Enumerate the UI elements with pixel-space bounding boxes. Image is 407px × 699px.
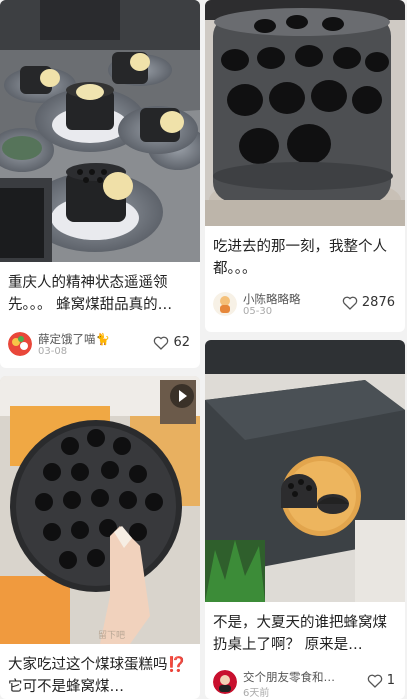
note-meta: 交个朋友零食和… 6天前 1	[213, 669, 397, 699]
note-cover-image[interactable]	[205, 340, 405, 602]
avatar[interactable]	[213, 292, 237, 316]
post-date: 03-08	[38, 346, 68, 357]
note-cover-image[interactable]	[205, 0, 405, 226]
note-card[interactable]: 重庆人的精神状态遥遥领先。。。 蜂窝煤甜品真的… 薛定饿了喵🐈 03-08 62	[0, 0, 200, 368]
post-date: 05-30	[243, 306, 273, 317]
note-meta: 小陈略略略 05-30 2876	[213, 292, 397, 318]
like-count: 2876	[361, 295, 395, 310]
note-meta: 薛定饿了喵🐈 03-08 62	[8, 332, 192, 358]
heart-outline-icon	[153, 336, 169, 350]
heart-outline-icon	[367, 674, 383, 688]
avatar[interactable]	[8, 332, 32, 356]
post-date: 6天前	[243, 688, 270, 699]
note-cover-image[interactable]: 留下吧	[0, 376, 200, 644]
like-button[interactable]: 1	[367, 673, 395, 688]
note-title[interactable]: 不是，大夏天的谁把蜂窝煤扔桌上了啊？ 原来是…	[213, 612, 397, 656]
note-card[interactable]: 吃进去的那一刻，我整个人都。。。 小陈略略略 05-30 2876	[205, 0, 405, 332]
like-count: 62	[173, 335, 190, 350]
avatar[interactable]	[213, 670, 237, 694]
note-title[interactable]: 大家吃过这个煤球蛋糕吗⁉️ 它可不是蜂窝煤…	[8, 654, 192, 698]
watermark-text: 留下吧	[98, 629, 125, 641]
author-name[interactable]: 薛定饿了喵🐈	[38, 331, 110, 347]
author-name[interactable]: 交个朋友零食和…	[243, 669, 335, 685]
play-icon	[170, 384, 194, 408]
note-title[interactable]: 吃进去的那一刻，我整个人都。。。	[213, 236, 397, 280]
like-button[interactable]: 62	[153, 335, 190, 350]
note-cover-image[interactable]	[0, 0, 200, 262]
author-name[interactable]: 小陈略略略	[243, 291, 301, 307]
heart-outline-icon	[342, 296, 358, 310]
like-button[interactable]: 2876	[342, 295, 395, 310]
like-count: 1	[386, 673, 395, 688]
note-card[interactable]: 不是，大夏天的谁把蜂窝煤扔桌上了啊？ 原来是… 交个朋友零食和… 6天前 1	[205, 340, 405, 699]
note-card[interactable]: 留下吧 大家吃过这个煤球蛋糕吗⁉️ 它可不是蜂窝煤…	[0, 376, 200, 699]
note-feed: 重庆人的精神状态遥遥领先。。。 蜂窝煤甜品真的… 薛定饿了喵🐈 03-08 62	[0, 0, 407, 699]
note-title[interactable]: 重庆人的精神状态遥遥领先。。。 蜂窝煤甜品真的…	[8, 272, 192, 316]
